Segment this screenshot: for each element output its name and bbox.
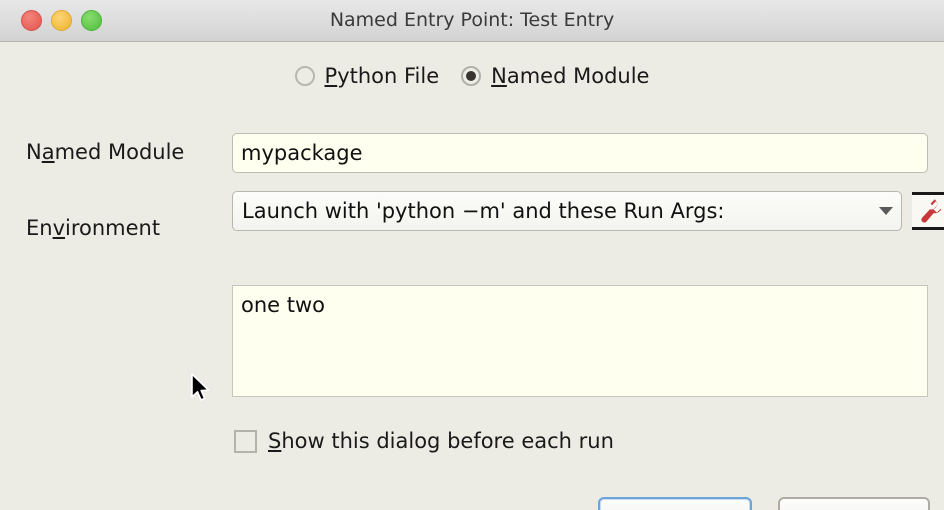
show-dialog-checkbox-label: Show this dialog before each run xyxy=(268,429,614,453)
named-module-label: Named Module xyxy=(26,140,185,164)
source-type-radio-group: Python File Named Module xyxy=(0,60,944,92)
wrench-icon[interactable] xyxy=(912,192,944,230)
radio-option-python-file[interactable]: Python File xyxy=(294,64,440,88)
radio-selected-icon xyxy=(461,66,482,86)
show-dialog-checkbox-row[interactable]: Show this dialog before each run xyxy=(234,426,614,456)
radio-label-python-file: Python File xyxy=(324,64,440,88)
radio-unselected-icon xyxy=(294,66,315,86)
checkbox-unchecked-icon[interactable] xyxy=(234,429,257,453)
named-module-input[interactable] xyxy=(232,133,928,173)
ok-button[interactable]: OK xyxy=(598,497,752,510)
environment-label: Environment xyxy=(26,216,161,240)
dialog-window: Named Entry Point: Test Entry Python Fil… xyxy=(0,0,944,510)
cancel-button[interactable]: Cancel xyxy=(778,497,930,510)
window-title: Named Entry Point: Test Entry xyxy=(329,9,615,31)
run-args-textarea[interactable] xyxy=(232,285,928,397)
dialog-content: Python File Named Module Named Module En… xyxy=(0,42,944,510)
chevron-down-icon[interactable] xyxy=(871,207,901,215)
title-bar: Named Entry Point: Test Entry xyxy=(0,0,944,42)
mouse-pointer-icon xyxy=(190,373,212,405)
environment-combobox[interactable]: Launch with 'python −m' and these Run Ar… xyxy=(232,191,902,231)
environment-combobox-value: Launch with 'python −m' and these Run Ar… xyxy=(242,199,725,223)
radio-label-named-module: Named Module xyxy=(491,64,650,88)
radio-option-named-module[interactable]: Named Module xyxy=(461,64,649,88)
